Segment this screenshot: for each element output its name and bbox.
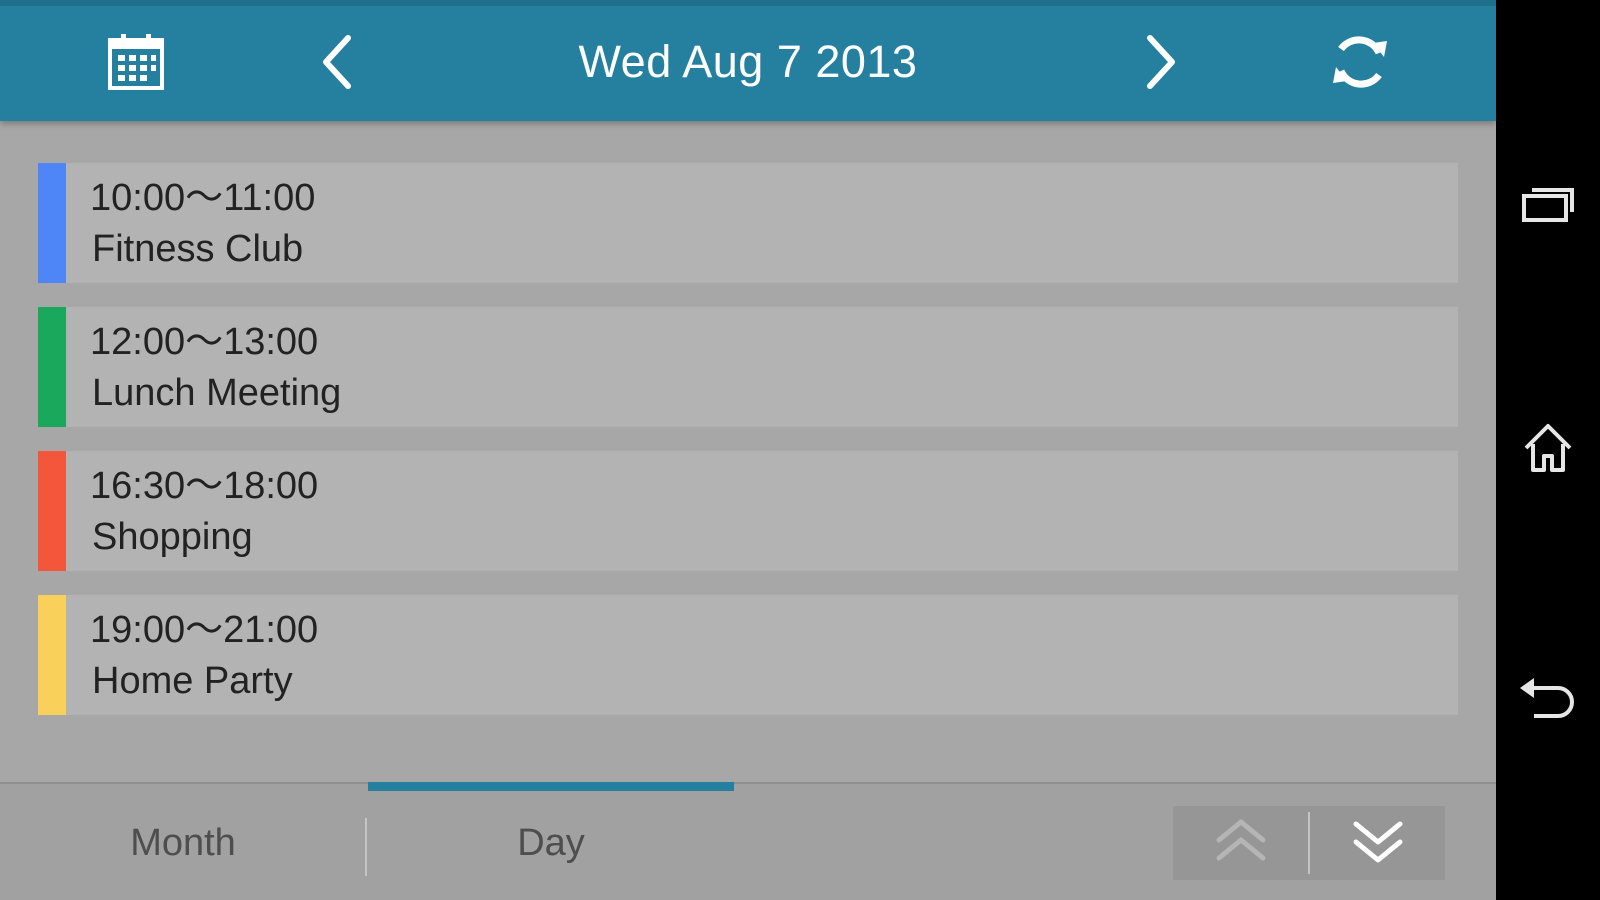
recent-apps-button[interactable]: [1508, 166, 1588, 246]
back-button[interactable]: [1508, 660, 1588, 740]
previous-day-button[interactable]: [296, 20, 380, 104]
scroll-up-button[interactable]: [1173, 806, 1308, 880]
tab-day[interactable]: Day: [368, 784, 734, 900]
scroll-down-button[interactable]: [1310, 806, 1445, 880]
calendar-button[interactable]: [94, 20, 178, 104]
tab-month[interactable]: Month: [0, 784, 366, 900]
tab-divider: [365, 818, 367, 876]
scroll-controls: [1173, 806, 1445, 880]
event-item[interactable]: 19:00〜21:00 Home Party: [38, 595, 1458, 715]
chevron-right-icon: [1140, 32, 1180, 92]
action-bar: Wed Aug 7 2013: [0, 0, 1496, 121]
event-color-stripe: [38, 595, 66, 715]
system-navigation-bar: [1496, 0, 1600, 900]
double-chevron-down-icon: [1350, 816, 1406, 871]
screen: Wed Aug 7 2013 10:00〜11:00 Fitness Club …: [0, 0, 1600, 900]
event-list: 10:00〜11:00 Fitness Club 12:00〜13:00 Lun…: [38, 163, 1458, 739]
back-icon: [1518, 674, 1578, 727]
event-title: Home Party: [92, 660, 293, 702]
event-time: 19:00〜21:00: [90, 609, 319, 651]
event-time: 10:00〜11:00: [90, 177, 316, 219]
event-item[interactable]: 10:00〜11:00 Fitness Club: [38, 163, 1458, 283]
recent-apps-icon: [1520, 184, 1576, 229]
event-title: Fitness Club: [92, 228, 304, 270]
event-item[interactable]: 16:30〜18:00 Shopping: [38, 451, 1458, 571]
event-time: 16:30〜18:00: [90, 465, 319, 507]
event-title: Lunch Meeting: [92, 372, 342, 414]
view-tab-bar: Month Day: [0, 782, 1496, 900]
calendar-icon: [106, 32, 166, 92]
action-bar-highlight: [0, 0, 1496, 6]
home-icon: [1520, 420, 1576, 481]
refresh-icon: [1329, 31, 1391, 93]
event-time: 12:00〜13:00: [90, 321, 319, 363]
chevron-left-icon: [318, 32, 358, 92]
event-color-stripe: [38, 163, 66, 283]
event-color-stripe: [38, 307, 66, 427]
date-title: Wed Aug 7 2013: [578, 36, 918, 87]
event-title: Shopping: [92, 516, 253, 558]
calendar-app: Wed Aug 7 2013 10:00〜11:00 Fitness Club …: [0, 0, 1496, 900]
refresh-button[interactable]: [1318, 20, 1402, 104]
home-button[interactable]: [1508, 410, 1588, 490]
double-chevron-up-icon: [1213, 816, 1269, 871]
event-color-stripe: [38, 451, 66, 571]
event-item[interactable]: 12:00〜13:00 Lunch Meeting: [38, 307, 1458, 427]
next-day-button[interactable]: [1118, 20, 1202, 104]
